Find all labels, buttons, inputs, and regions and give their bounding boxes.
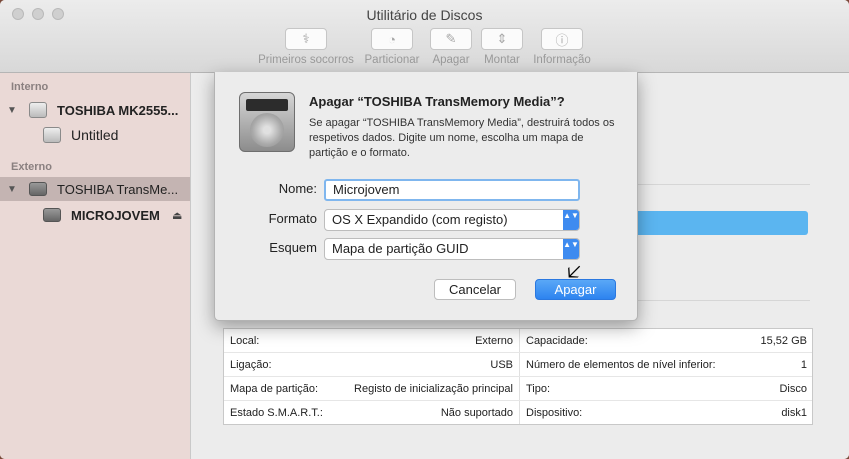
- info-label-smart: Estado S.M.A.R.T.:: [230, 407, 323, 419]
- sidebar-item-label: Untitled: [71, 127, 119, 143]
- info-label-device: Dispositivo:: [526, 407, 583, 419]
- sidebar-section-external: Externo: [11, 161, 52, 173]
- sidebar-section-internal: Interno: [11, 81, 49, 93]
- usb-volume-icon: [43, 208, 61, 222]
- mount-icon: ⇕: [496, 31, 508, 46]
- sidebar-item-external-disk[interactable]: ▼ TOSHIBA TransMe...: [0, 177, 190, 201]
- info-icon: ⓘ: [555, 32, 569, 48]
- first-aid-label: Primeiros socorros: [258, 54, 354, 66]
- disk-utility-window: Utilitário de Discos ⚕ Primeiros socorro…: [0, 0, 849, 459]
- eraser-icon: ✎: [445, 31, 457, 46]
- titlebar: Utilitário de Discos ⚕ Primeiros socorro…: [0, 0, 849, 73]
- stethoscope-icon: ⚕: [302, 31, 310, 46]
- usb-disk-icon: [29, 182, 47, 196]
- hard-disk-icon: [29, 102, 47, 118]
- format-popup[interactable]: OS X Expandido (com registo) ▲▼: [324, 209, 580, 231]
- format-label: Formato: [268, 211, 317, 226]
- format-value: OS X Expandido (com registo): [332, 212, 508, 227]
- info-value-partition-map: Registo de inicialização principal: [354, 383, 513, 395]
- disclosure-triangle-icon[interactable]: ▼: [7, 105, 17, 116]
- scheme-popup[interactable]: Mapa de partição GUID ▲▼: [324, 238, 580, 260]
- mount-button[interactable]: ⇕ Montar: [480, 28, 524, 66]
- cancel-button[interactable]: Cancelar: [434, 279, 516, 300]
- pointer-cursor-icon: 🡧: [567, 259, 582, 284]
- erase-dialog: Apagar “TOSHIBA TransMemory Media”? Se a…: [214, 72, 638, 321]
- usage-bar: [633, 211, 808, 235]
- info-label-type: Tipo:: [526, 383, 551, 395]
- sidebar: Interno ▼ TOSHIBA MK2555... Untitled Ext…: [0, 73, 191, 459]
- popup-arrows-icon: ▲▼: [563, 210, 579, 230]
- info-label-partition-map: Mapa de partição:: [230, 383, 319, 395]
- dialog-title: Apagar “TOSHIBA TransMemory Media”?: [309, 94, 565, 109]
- mount-label: Montar: [484, 54, 520, 66]
- info-value-location: Externo: [475, 335, 513, 347]
- pie-icon: ◔: [388, 31, 396, 47]
- info-value-type: Disco: [779, 383, 807, 395]
- sidebar-item-label: MICROJOVEM: [71, 207, 160, 223]
- eject-icon[interactable]: ⏏: [172, 209, 182, 222]
- info-table: Local: Externo Ligação: USB Mapa de part…: [223, 328, 813, 425]
- window-title: Utilitário de Discos: [366, 7, 483, 23]
- info-button[interactable]: ⓘ Informação: [532, 28, 592, 66]
- divider: [630, 184, 810, 185]
- info-label-children: Número de elementos de nível inferior:: [526, 359, 716, 371]
- info-value-capacity: 15,52 GB: [760, 335, 807, 347]
- scheme-value: Mapa de partição GUID: [332, 241, 469, 256]
- info-label-location: Local:: [230, 335, 260, 347]
- info-label: Informação: [533, 54, 591, 66]
- info-label-connection: Ligação:: [230, 359, 272, 371]
- info-label-capacity: Capacidade:: [526, 335, 588, 347]
- info-value-smart: Não suportado: [440, 407, 513, 419]
- scheme-label: Esquem: [269, 240, 317, 255]
- info-value-connection: USB: [490, 359, 513, 371]
- erase-button[interactable]: ✎ Apagar: [429, 28, 473, 66]
- info-value-children: 1: [800, 359, 807, 371]
- sidebar-item-label: TOSHIBA MK2555...: [57, 102, 179, 118]
- sidebar-item-microjovem[interactable]: MICROJOVEM ⏏: [0, 203, 190, 227]
- partition-label: Particionar: [364, 54, 420, 66]
- disclosure-triangle-icon[interactable]: ▼: [7, 184, 17, 195]
- first-aid-button[interactable]: ⚕ Primeiros socorros: [257, 28, 355, 66]
- erase-label: Apagar: [432, 54, 470, 66]
- divider: [630, 300, 810, 301]
- dialog-message: Se apagar “TOSHIBA TransMemory Media”, d…: [309, 117, 615, 159]
- name-field[interactable]: Microjovem: [324, 179, 580, 201]
- sidebar-item-internal-disk[interactable]: ▼ TOSHIBA MK2555...: [0, 98, 190, 122]
- hard-drive-icon: [239, 92, 295, 152]
- sidebar-item-untitled[interactable]: Untitled: [0, 123, 190, 147]
- partition-button[interactable]: ◔ Particionar: [362, 28, 422, 66]
- volume-icon: [43, 127, 61, 143]
- name-label: Nome:: [278, 181, 317, 196]
- info-value-device: disk1: [781, 407, 807, 419]
- sidebar-item-label: TOSHIBA TransMe...: [57, 181, 179, 197]
